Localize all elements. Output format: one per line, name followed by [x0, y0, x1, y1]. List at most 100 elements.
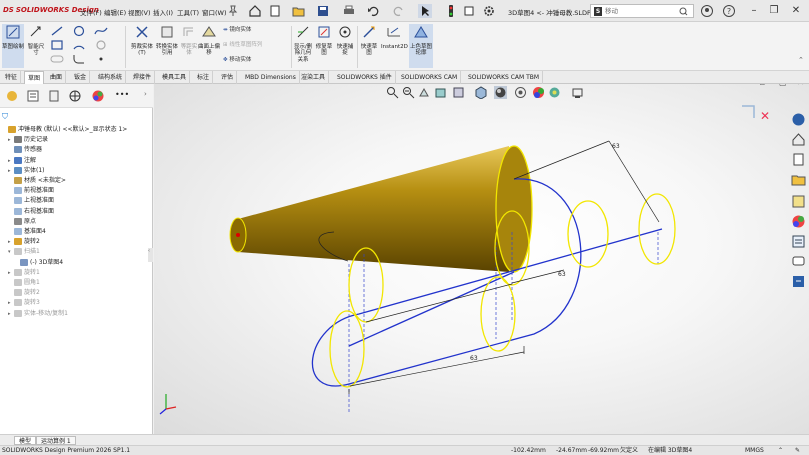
circle-icon[interactable] [72, 25, 86, 37]
search-icon[interactable] [679, 7, 688, 16]
convert-entities-button[interactable]: 转换实体引用 [155, 24, 179, 57]
view-palette-icon[interactable] [791, 194, 806, 209]
move-entities-button[interactable]: ✥ 移动实体 [223, 55, 251, 63]
tab-markup[interactable]: 标注 [194, 71, 214, 84]
arc-icon[interactable] [72, 39, 86, 51]
tab-motion-study-1[interactable]: 运动算例 1 [36, 436, 76, 445]
tree-item[interactable]: ▸ 实体-移动/复制1 [8, 309, 68, 319]
instant2d-button[interactable]: Instant2D [381, 24, 408, 50]
panel-splitter[interactable]: ‹ [148, 248, 153, 262]
tab-evaluate[interactable]: 评估 [218, 71, 238, 84]
tab-render-tools[interactable]: 渲染工具 [298, 71, 330, 84]
offset-on-surface-button[interactable]: 曲面上偏移 [198, 24, 220, 57]
redo-icon[interactable] [392, 4, 406, 18]
display-delete-relations-button[interactable]: 显示/删除几何关系 [293, 24, 313, 63]
tab-weldments[interactable]: 焊接件 [130, 71, 156, 84]
collapse-ribbon-icon[interactable]: ⌃ [798, 56, 804, 64]
tab-solidworks-cam-tbm[interactable]: SOLIDWORKS CAM TBM [465, 71, 544, 84]
close-button[interactable]: ✕ [788, 3, 804, 19]
menu-view[interactable]: 视图(V) [128, 7, 151, 17]
display-manager-icon[interactable] [91, 89, 105, 103]
tab-solidworks-addins[interactable]: SOLIDWORKS 插件 [334, 71, 396, 84]
new-document-icon[interactable] [268, 4, 282, 18]
status-units[interactable]: MMGS [745, 446, 764, 455]
tree-item[interactable]: ▸ 旋转2 [8, 237, 40, 247]
feature-tree-icon[interactable] [5, 89, 19, 103]
tree-item[interactable]: ▸ 历史记录 [8, 135, 48, 145]
home-icon[interactable] [248, 4, 262, 18]
tree-item[interactable]: 基准面4 [8, 227, 46, 237]
dimension-label-2[interactable]: 63 [470, 355, 478, 362]
line-icon[interactable] [50, 25, 64, 37]
repair-sketch-button[interactable]: 修复草图 [314, 24, 334, 57]
file-explorer-icon[interactable] [791, 152, 806, 167]
shaded-sketch-contours-button[interactable]: 上色草图轮廓 [409, 24, 433, 68]
select-arrow-icon[interactable] [418, 4, 432, 18]
tree-item[interactable]: ▸ 旋转1 [8, 268, 40, 278]
dimension-label-3[interactable]: 63 [558, 271, 566, 278]
open-folder-icon[interactable] [292, 4, 306, 18]
forum-icon[interactable] [791, 254, 806, 269]
smart-dimension-button[interactable]: 智能尺寸 [26, 24, 46, 57]
property-manager-icon[interactable] [26, 89, 40, 103]
search-box[interactable]: S [590, 4, 694, 18]
tree-item[interactable]: 上视基准面 [8, 196, 54, 206]
save-icon[interactable] [316, 4, 330, 18]
tree-item[interactable]: ▸ 实体(1) [8, 166, 45, 176]
print-icon[interactable] [342, 4, 356, 18]
tab-sheet-metal[interactable]: 钣金 [71, 71, 91, 84]
menu-tools[interactable]: 工具(T) [177, 7, 199, 17]
pin-icon[interactable] [228, 5, 238, 17]
menu-edit[interactable]: 编辑(E) [104, 7, 126, 17]
quick-snaps-button[interactable]: 快速捕捉 [335, 24, 355, 57]
options-gear-icon[interactable] [482, 4, 496, 18]
tab-structure-system[interactable]: 结构系统 [95, 71, 127, 84]
feedback-icon[interactable]: ✎ [795, 446, 800, 455]
spline-icon[interactable] [94, 25, 108, 37]
tree-item[interactable]: 前视基准面 [8, 186, 54, 196]
polygon-icon[interactable] [94, 39, 108, 51]
tab-sketch[interactable]: 草图 [24, 71, 45, 84]
user-account-icon[interactable] [700, 4, 714, 18]
restore-button[interactable]: ❐ [766, 3, 782, 19]
tab-solidworks-cam[interactable]: SOLIDWORKS CAM [398, 71, 462, 84]
search-scope-icon[interactable]: S [594, 7, 602, 16]
dimension-label-1[interactable]: 63 [612, 143, 620, 150]
filter-icon[interactable]: ⛉ [2, 112, 8, 122]
fillet-icon[interactable] [72, 53, 86, 65]
tree-item[interactable]: ▸ 注解 [8, 156, 36, 166]
cone-body[interactable] [238, 146, 509, 272]
solidworks-resources-icon[interactable] [791, 112, 806, 127]
tree-item[interactable]: (-) 3D草图4 [14, 258, 63, 268]
help-icon[interactable]: ? [722, 4, 736, 18]
tree-item[interactable]: ▸ 旋转3 [8, 298, 40, 308]
exit-sketch-icon[interactable]: ✕ [760, 109, 770, 123]
tree-item[interactable]: 传感器 [8, 145, 42, 155]
customize-icon[interactable]: ⌃ [778, 446, 783, 455]
tab-mbd-dimensions[interactable]: MBD Dimensions [242, 71, 300, 84]
stop-icon[interactable] [462, 4, 476, 18]
slot-icon[interactable] [50, 53, 64, 65]
rectangle-icon[interactable] [50, 39, 64, 51]
tab-surfaces[interactable]: 曲面 [47, 71, 67, 84]
menu-window[interactable]: 窗口(W) [202, 7, 227, 17]
offset-entities-button[interactable]: 等距实体 [180, 24, 198, 57]
tab-features[interactable]: 特征 [2, 71, 22, 84]
tree-item[interactable]: 冲锤母教 (默认) <<默认>_显示状态 1> [2, 125, 127, 135]
tab-mold-tools[interactable]: 模具工具 [159, 71, 191, 84]
tree-item[interactable]: 圆角1 [8, 278, 40, 288]
cone-large-end[interactable] [495, 145, 533, 273]
graphics-area[interactable]: ⧉ ▢ ✕ [154, 84, 809, 434]
dimxpert-icon[interactable] [68, 89, 82, 103]
tab-model[interactable]: 模型 [14, 436, 37, 445]
folder-icon[interactable] [791, 172, 806, 187]
undo-icon[interactable] [366, 4, 380, 18]
sketch-button[interactable]: 草图绘制 [2, 24, 24, 68]
point-icon[interactable] [94, 53, 108, 65]
expand-panel-icon[interactable]: › [144, 90, 147, 98]
linear-pattern-button[interactable]: ⊞ 线性草图阵列 [223, 40, 262, 48]
tree-item[interactable]: 原点 [8, 217, 36, 227]
tree-item[interactable]: 右视基准面 [8, 207, 54, 217]
search-input[interactable] [605, 5, 677, 17]
rapid-sketch-button[interactable]: 快速草图 [359, 24, 379, 57]
